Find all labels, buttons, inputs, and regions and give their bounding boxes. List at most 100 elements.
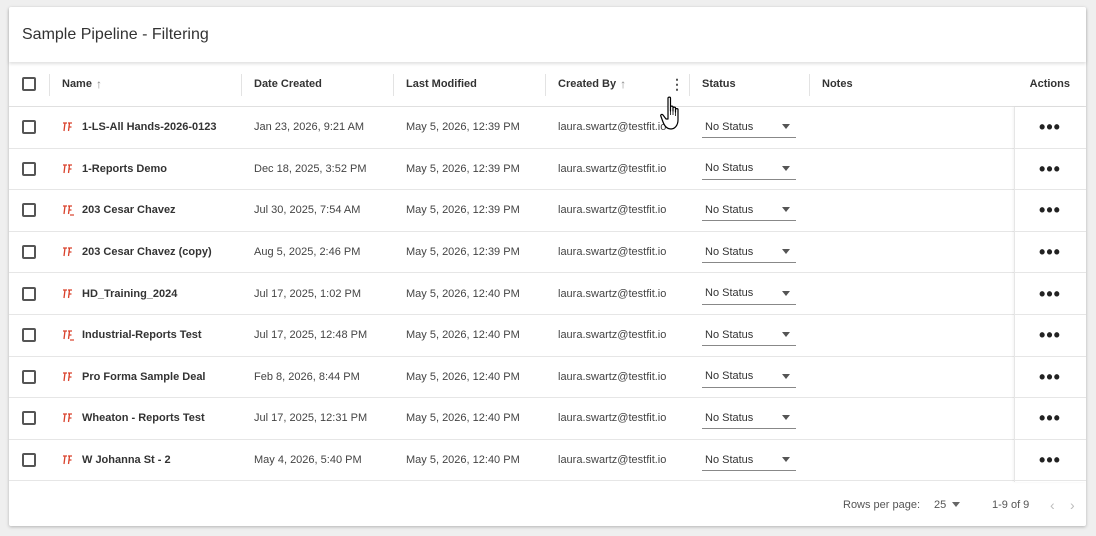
table-footer: Rows per page: 25 1-9 of 9 ‹ › bbox=[9, 483, 1086, 526]
date-created-cell: Jul 17, 2025, 12:48 PM bbox=[254, 329, 368, 342]
table-row[interactable]: 1-Reports Demo Dec 18, 2025, 3:52 PM May 5… bbox=[9, 149, 1086, 191]
project-name: 203 Cesar Chavez (copy) bbox=[82, 246, 212, 259]
table-row[interactable]: Industrial-Reports Test Jul 17, 2025, 12:… bbox=[9, 315, 1086, 357]
table-body: 1-LS-All Hands-2026-0123 Jan 23, 2026, 9:… bbox=[9, 107, 1086, 482]
table-row[interactable]: 203 Cesar Chavez (copy) Aug 5, 2025, 2:46… bbox=[9, 232, 1086, 274]
sort-arrow-icon[interactable]: ↑ bbox=[620, 77, 626, 91]
status-value: No Status bbox=[705, 203, 754, 216]
header-name[interactable]: Name ↑ bbox=[62, 62, 102, 106]
row-select-cell bbox=[22, 149, 36, 190]
status-cell: No Status bbox=[702, 107, 796, 148]
created-by-cell: laura.swartz@testfit.io bbox=[558, 204, 667, 217]
caret-down-icon bbox=[782, 415, 790, 421]
project-name: 1-Reports Demo bbox=[82, 162, 167, 175]
next-page-icon[interactable]: › bbox=[1070, 497, 1075, 513]
name-cell[interactable]: W Johanna St - 2 bbox=[62, 440, 171, 481]
pagination-range: 1-9 of 9 bbox=[992, 498, 1030, 511]
status-select[interactable]: No Status bbox=[702, 199, 796, 222]
previous-page-icon[interactable]: ‹ bbox=[1050, 497, 1055, 513]
status-value: No Status bbox=[705, 287, 754, 300]
table-row[interactable]: 203 Cesar Chavez Jul 30, 2025, 7:54 AM May… bbox=[9, 190, 1086, 232]
header-last-modified[interactable]: Last Modified bbox=[406, 62, 477, 106]
sort-arrow-icon[interactable]: ↑ bbox=[96, 77, 102, 91]
name-cell[interactable]: 1-Reports Demo bbox=[62, 149, 167, 190]
table-row[interactable]: W Johanna St - 2 May 4, 2026, 5:40 PM May … bbox=[9, 440, 1086, 482]
caret-down-icon bbox=[952, 502, 961, 507]
name-cell[interactable]: Wheaton - Reports Test bbox=[62, 398, 205, 439]
name-cell[interactable]: 1-LS-All Hands-2026-0123 bbox=[62, 107, 217, 148]
header-created-by[interactable]: Created By ↑ bbox=[558, 62, 626, 106]
row-checkbox[interactable] bbox=[22, 286, 36, 301]
table-row[interactable]: 1-LS-All Hands-2026-0123 Jan 23, 2026, 9:… bbox=[9, 107, 1086, 149]
status-cell: No Status bbox=[702, 232, 796, 273]
status-value: No Status bbox=[705, 328, 754, 341]
name-cell[interactable]: 203 Cesar Chavez (copy) bbox=[62, 232, 212, 273]
rows-per-page-select[interactable]: 25 bbox=[934, 499, 961, 511]
column-divider bbox=[241, 74, 242, 96]
hand-cursor-icon bbox=[660, 96, 679, 130]
caret-down-icon bbox=[782, 457, 790, 463]
status-value: No Status bbox=[705, 411, 754, 424]
status-value: No Status bbox=[705, 162, 754, 175]
row-select-cell bbox=[22, 398, 36, 439]
column-divider bbox=[49, 74, 50, 96]
last-modified-cell: May 5, 2026, 12:39 PM bbox=[406, 121, 520, 134]
status-select[interactable]: No Status bbox=[702, 324, 796, 347]
header-notes[interactable]: Notes bbox=[822, 62, 853, 106]
status-cell: No Status bbox=[702, 190, 796, 231]
row-checkbox[interactable] bbox=[22, 411, 36, 426]
table-row[interactable]: Wheaton - Reports Test Jul 17, 2025, 12:3… bbox=[9, 398, 1086, 440]
status-value: No Status bbox=[705, 120, 754, 133]
status-select[interactable]: No Status bbox=[702, 158, 796, 180]
created-by-cell: laura.swartz@testfit.io bbox=[558, 121, 667, 134]
table-row[interactable]: Pro Forma Sample Deal Feb 8, 2026, 8:44 P… bbox=[9, 357, 1086, 399]
column-divider bbox=[393, 74, 394, 96]
project-name: 203 Cesar Chavez bbox=[82, 204, 176, 217]
row-checkbox[interactable] bbox=[22, 245, 36, 260]
status-select[interactable]: No Status bbox=[702, 241, 796, 264]
project-name: 1-LS-All Hands-2026-0123 bbox=[82, 121, 217, 134]
header-status[interactable]: Status bbox=[702, 62, 736, 106]
date-created-cell: Jul 17, 2025, 1:02 PM bbox=[254, 287, 362, 300]
status-select[interactable]: No Status bbox=[702, 407, 796, 430]
project-name: W Johanna St - 2 bbox=[82, 454, 171, 467]
status-select[interactable]: No Status bbox=[702, 449, 796, 472]
date-created-cell: May 4, 2026, 5:40 PM bbox=[254, 454, 362, 467]
row-checkbox[interactable] bbox=[22, 161, 36, 176]
status-cell: No Status bbox=[702, 149, 796, 190]
table-row[interactable]: HD_Training_2024 Jul 17, 2025, 1:02 PM May… bbox=[9, 273, 1086, 315]
project-name: Pro Forma Sample Deal bbox=[82, 370, 206, 383]
row-checkbox[interactable] bbox=[22, 120, 36, 135]
caret-down-icon bbox=[782, 207, 790, 213]
caret-down-icon bbox=[782, 165, 790, 171]
row-checkbox[interactable] bbox=[22, 453, 36, 468]
name-cell[interactable]: Industrial-Reports Test bbox=[62, 315, 202, 356]
row-checkbox[interactable] bbox=[22, 328, 36, 343]
row-select-cell bbox=[22, 273, 36, 314]
created-by-cell: laura.swartz@testfit.io bbox=[558, 454, 667, 467]
status-cell: No Status bbox=[702, 273, 796, 314]
row-checkbox[interactable] bbox=[22, 369, 36, 384]
status-select[interactable]: No Status bbox=[702, 366, 796, 388]
created-by-cell: laura.swartz@testfit.io bbox=[558, 162, 667, 175]
created-by-cell: laura.swartz@testfit.io bbox=[558, 246, 667, 259]
row-select-cell bbox=[22, 440, 36, 481]
last-modified-cell: May 5, 2026, 12:39 PM bbox=[406, 204, 520, 217]
status-select[interactable]: No Status bbox=[702, 283, 796, 305]
header-date-created[interactable]: Date Created bbox=[254, 62, 322, 106]
project-name: Wheaton - Reports Test bbox=[82, 412, 205, 425]
name-cell[interactable]: 203 Cesar Chavez bbox=[62, 190, 176, 231]
status-value: No Status bbox=[705, 370, 754, 383]
last-modified-cell: May 5, 2026, 12:40 PM bbox=[406, 412, 520, 425]
date-created-cell: Aug 5, 2025, 2:46 PM bbox=[254, 246, 361, 259]
project-icon bbox=[63, 289, 72, 298]
row-checkbox[interactable] bbox=[22, 203, 36, 218]
header-date-created-label: Date Created bbox=[254, 78, 322, 90]
rows-per-page-label: Rows per page: bbox=[843, 498, 921, 511]
name-cell[interactable]: HD_Training_2024 bbox=[62, 273, 177, 314]
created-by-cell: laura.swartz@testfit.io bbox=[558, 412, 667, 425]
status-select[interactable]: No Status bbox=[702, 116, 796, 139]
name-cell[interactable]: Pro Forma Sample Deal bbox=[62, 357, 206, 398]
select-all-checkbox[interactable] bbox=[22, 77, 36, 91]
last-modified-cell: May 5, 2026, 12:40 PM bbox=[406, 329, 520, 342]
